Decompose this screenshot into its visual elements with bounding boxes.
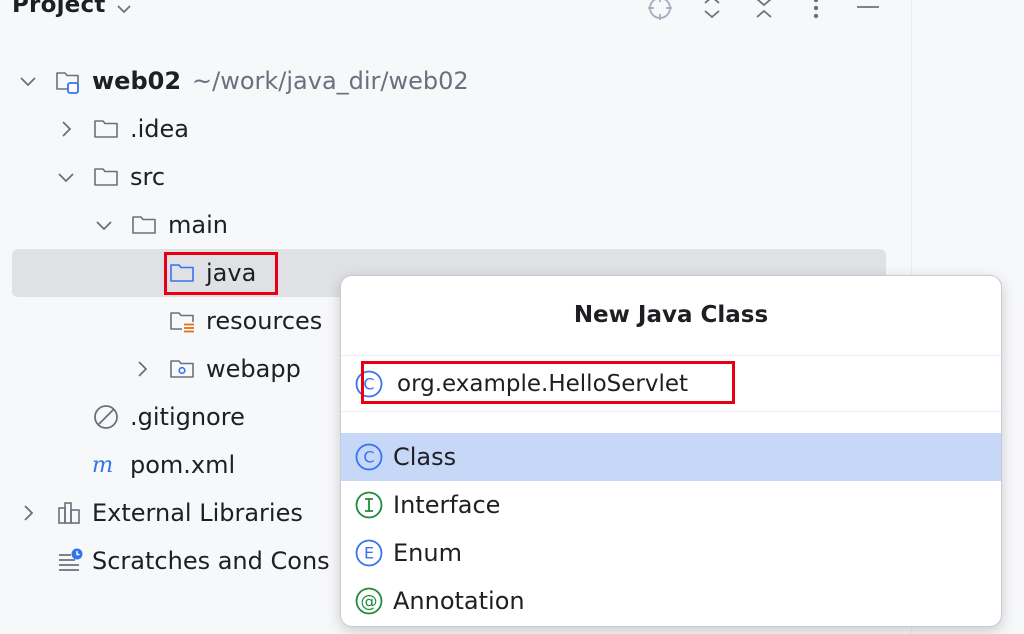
svg-text:@: @ [361, 592, 378, 612]
chevron-right-icon[interactable] [56, 119, 76, 139]
tree-item-label: pom.xml [130, 451, 236, 479]
library-icon [58, 502, 80, 524]
tree-item-label: .idea [130, 115, 190, 143]
scratches-icon [59, 548, 83, 571]
tree-item-main[interactable]: main [12, 201, 886, 249]
kind-label: Enum [393, 539, 462, 567]
kind-label: Interface [393, 491, 501, 519]
tree-item-label: main [168, 211, 228, 239]
tree-item-label: resources [206, 307, 323, 335]
kind-item-enum[interactable]: E Enum [341, 529, 1001, 577]
kind-label: Class [393, 443, 457, 471]
divider [341, 411, 1001, 412]
source-folder-icon [170, 264, 194, 282]
hide-panel-icon[interactable] [854, 0, 882, 22]
folder-icon [94, 120, 118, 138]
svg-text:E: E [364, 544, 374, 563]
panel-header: Project [0, 0, 911, 26]
tree-item-label: web02 [92, 67, 182, 95]
chevron-right-icon[interactable] [18, 503, 38, 523]
chevron-down-icon[interactable] [115, 0, 133, 18]
resources-folder-icon [170, 312, 195, 334]
chevron-down-icon[interactable] [94, 215, 114, 235]
svg-text:C: C [363, 448, 374, 467]
folder-icon [132, 216, 156, 234]
web-folder-icon [170, 360, 194, 378]
chevron-down-icon[interactable] [18, 71, 38, 91]
interface-icon [355, 491, 383, 519]
enum-icon: E [355, 539, 383, 567]
tree-item-label: .gitignore [130, 403, 245, 431]
tree-item-label: java [206, 259, 257, 287]
folder-icon [94, 168, 118, 186]
tree-item-label: Scratches and Cons [92, 547, 330, 575]
kind-label: Annotation [393, 587, 525, 615]
maven-icon: m [92, 452, 113, 478]
class-icon: C [355, 370, 383, 398]
svg-text:C: C [363, 375, 374, 394]
class-icon: C [355, 443, 383, 471]
class-name-field[interactable]: C [341, 356, 1001, 412]
kind-item-annotation[interactable]: @ Annotation [341, 577, 1001, 625]
project-path: ~/work/java_dir/web02 [192, 67, 469, 95]
tree-item-src[interactable]: src [12, 153, 886, 201]
class-name-input[interactable] [397, 366, 957, 402]
kind-item-interface[interactable]: Interface [341, 481, 1001, 529]
panel-title[interactable]: Project [12, 0, 106, 18]
expand-all-icon[interactable] [698, 0, 726, 22]
chevron-down-icon[interactable] [56, 167, 76, 187]
tree-item-label: External Libraries [92, 499, 303, 527]
module-folder-icon [56, 72, 79, 94]
more-options-icon[interactable] [802, 0, 830, 22]
collapse-all-icon[interactable] [750, 0, 778, 22]
locate-icon[interactable] [646, 0, 674, 22]
tree-item-label: webapp [206, 355, 301, 383]
new-java-class-popup: New Java Class C C Class Interface E Enu… [340, 275, 1002, 627]
chevron-right-icon[interactable] [132, 359, 152, 379]
tree-item-web02[interactable]: web02 ~/work/java_dir/web02 [12, 57, 886, 105]
svg-text:m: m [92, 452, 113, 478]
tree-item-idea[interactable]: .idea [12, 105, 886, 153]
popup-title: New Java Class [573, 302, 769, 328]
ignore-file-icon [94, 405, 118, 429]
kind-item-class[interactable]: C Class [341, 433, 1001, 481]
annotation-icon: @ [355, 587, 383, 615]
tree-item-label: src [130, 163, 166, 191]
